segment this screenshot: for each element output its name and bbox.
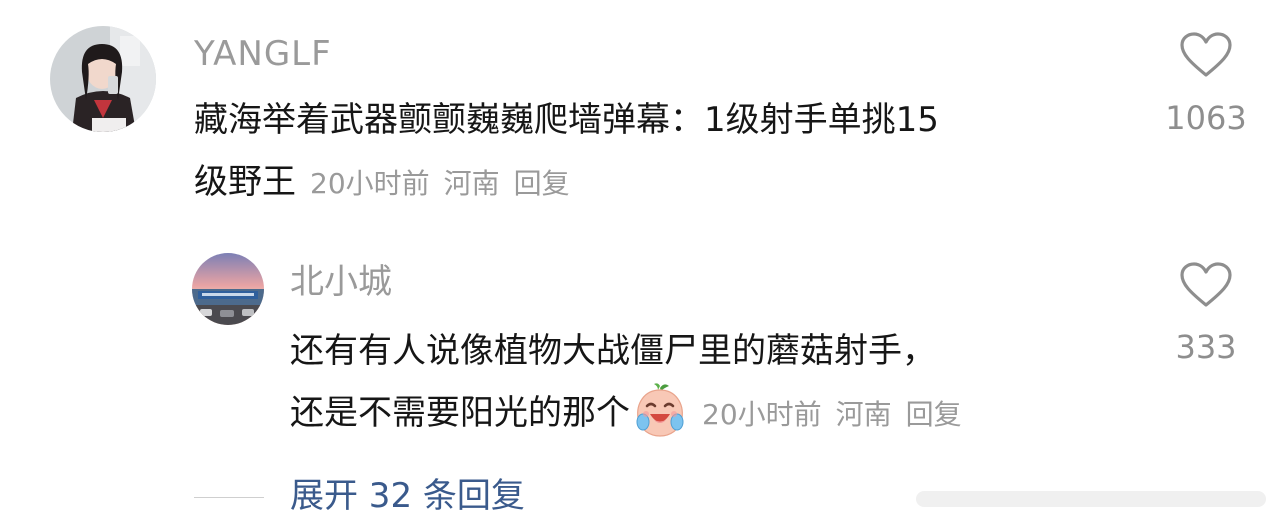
timestamp: 20小时前 [702,398,822,431]
comment-line-with-meta: 级野王 20小时前 河南 回复 [194,151,939,213]
comment-meta: 20小时前 河南 回复 [702,398,962,431]
comment-meta: 20小时前 河南 回复 [310,167,570,200]
timestamp: 20小时前 [310,167,430,200]
comment-line: 级野王 [194,162,296,202]
comment-line: 还是不需要阳光的那个 [290,393,630,433]
watermark [916,485,1266,513]
comment-text: 藏海举着武器颤颤巍巍爬墙弹幕：1级射手单挑15 级野王 20小时前 河南 回复 [194,89,939,213]
reply-button[interactable]: 回复 [906,398,962,431]
username[interactable]: 北小城 [290,262,392,302]
like-count: 333 [1175,328,1237,366]
comment-thread: YANGLF 藏海举着武器颤颤巍巍爬墙弹幕：1级射手单挑15 级野王 20小时前河… [0,0,1284,527]
like-count: 1063 [1165,99,1247,137]
comment-line: 还有有人说像植物大战僵尸里的蘑菇射手， [290,331,936,371]
expand-replies-button[interactable]: 展开 32 条回复 [290,474,525,518]
avatar[interactable] [50,26,156,132]
username[interactable]: YANGLF [194,34,332,74]
comment-line-with-meta: 还是不需要阳光的那个 20小时前 河南 回复 [290,382,962,444]
comment-text: 还有有人说像植物大战僵尸里的蘑菇射手， 还是不需要阳光的那个 20小时前 河南 回复 [290,320,962,444]
reply-button[interactable]: 回复 [514,167,570,200]
heart-icon[interactable] [1180,32,1232,78]
location: 河南 [835,398,892,431]
laughing-crying-emoji-icon [632,382,688,438]
location: 河南 [443,167,500,200]
comment-line: 藏海举着武器颤颤巍巍爬墙弹幕：1级射手单挑15 [194,100,939,140]
divider [194,497,264,498]
heart-icon[interactable] [1180,262,1232,308]
avatar[interactable] [192,253,264,325]
